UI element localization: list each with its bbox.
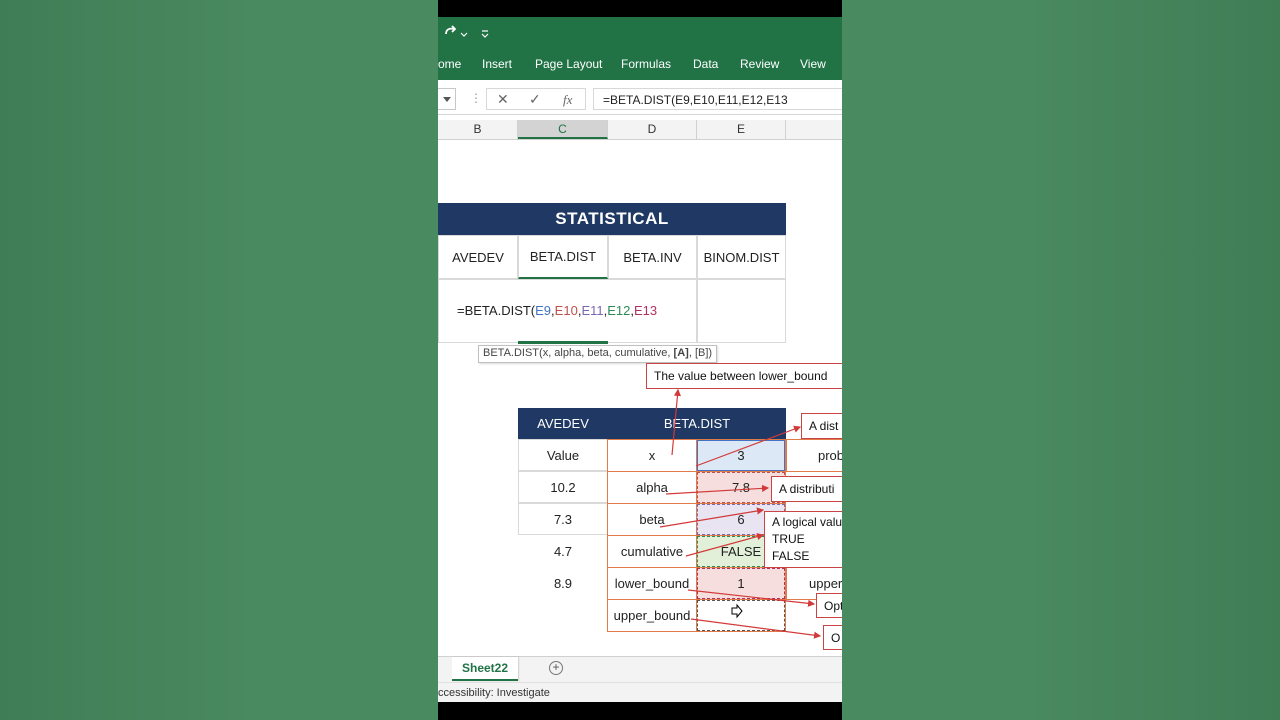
sheet-tab-active[interactable]: Sheet22 bbox=[452, 657, 518, 681]
callout-cumulative-line: FALSE bbox=[772, 549, 810, 563]
accessibility-status[interactable]: ccessibility: Investigate bbox=[438, 687, 550, 699]
callout-cumulative-line: TRUE bbox=[772, 532, 805, 546]
callout-cumulative-line: A logical valu bbox=[772, 515, 842, 529]
callout-beta: A distributi bbox=[771, 476, 842, 502]
sheet-tab-bar: Sheet22 + bbox=[438, 656, 842, 683]
callout-x: The value between lower_bound bbox=[646, 363, 842, 389]
callout-alpha: A dist bbox=[801, 413, 842, 439]
bottom-black-bar bbox=[438, 702, 842, 720]
callout-lower-bound: Opt bbox=[816, 593, 842, 618]
status-bar: ccessibility: Investigate bbox=[438, 682, 842, 703]
callout-cumulative: A logical valu TRUE FALSE bbox=[764, 511, 842, 568]
callout-upper-bound: O bbox=[823, 625, 842, 650]
excel-window: ome Insert Page Layout Formulas Data Rev… bbox=[438, 0, 842, 720]
callout-arrows bbox=[659, 388, 822, 639]
add-sheet-button[interactable]: + bbox=[549, 661, 563, 675]
